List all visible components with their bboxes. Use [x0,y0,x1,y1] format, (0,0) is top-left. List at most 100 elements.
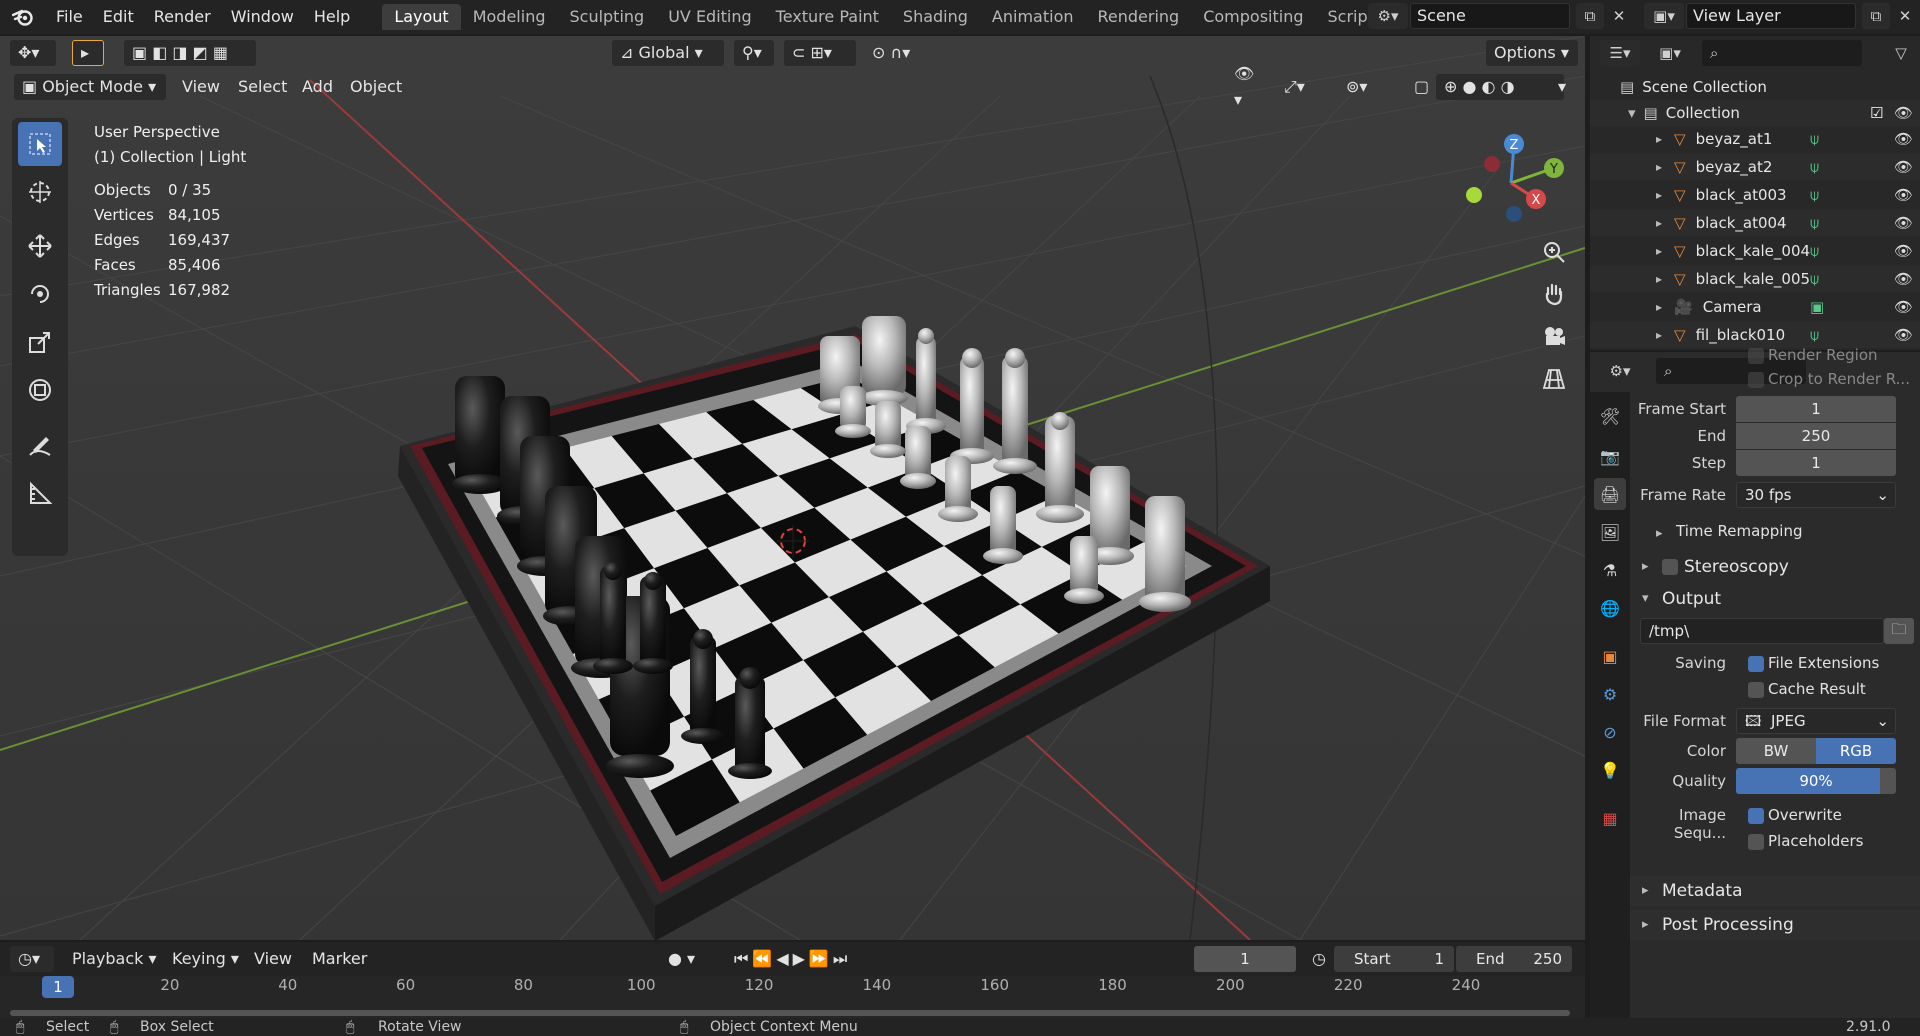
scene-selector-icon[interactable]: ⚙▾ [1368,3,1408,29]
mesh-data-icon[interactable]: ⍦ [1810,130,1819,148]
timeline-scrollbar[interactable] [10,1010,1570,1016]
timeline-editor[interactable]: ◷▾ Playback ▾ Keying ▾ View Marker ● ▾ ⏮… [0,942,1585,1018]
collapse-arrow-icon[interactable]: ▾ [1628,104,1636,122]
mesh-data-icon[interactable]: ⍦ [1810,270,1819,288]
start-frame-field[interactable]: Start 1 [1334,946,1454,972]
outliner-item[interactable]: ▸ ▽ beyaz_at2 ⍦ 👁 [1590,154,1920,180]
expand-arrow-icon[interactable]: ▸ [1656,300,1662,314]
tab-animation[interactable]: Animation [980,4,1086,30]
blender-logo-icon[interactable] [0,0,46,34]
record-icon[interactable]: ● ▾ [660,946,716,972]
outliner-item[interactable]: ▸ ▽ black_kale_005 ⍦ 👁 [1590,266,1920,292]
expand-arrow-icon[interactable]: ▸ [1656,132,1662,146]
menu-render[interactable]: Render [144,0,221,34]
tab-rendering[interactable]: Rendering [1086,4,1192,30]
xray-icon[interactable]: ▢ [1406,74,1430,100]
placeholders-checkbox[interactable] [1748,834,1764,850]
measure-tool-icon[interactable] [18,472,62,516]
object-data-tab-icon[interactable]: 💡 [1594,754,1626,786]
stereoscopy-checkbox[interactable] [1662,559,1678,575]
display-mode-icon[interactable]: ▣▾ [1648,40,1692,66]
physics-tab-icon[interactable]: ⊘ [1594,716,1626,748]
mesh-data-icon[interactable]: ⍦ [1810,242,1819,260]
color-rgb-button[interactable]: RGB [1816,738,1896,764]
pan-hand-icon[interactable] [1534,274,1574,314]
navigation-gizmo[interactable]: Z Y X [1456,128,1566,238]
playback-menu[interactable]: Playback ▾ [64,946,160,972]
mesh-data-icon[interactable]: ⍦ [1810,186,1819,204]
delete-view-layer-icon[interactable]: ✕ [1892,3,1918,29]
output-tab-icon[interactable]: 🖨 [1594,478,1626,510]
menu-view[interactable]: View [182,74,220,100]
folder-icon[interactable]: 🗀 [1884,618,1914,644]
outliner-scene-collection[interactable]: ▤ Scene Collection [1590,74,1920,100]
new-view-layer-icon[interactable]: ⧉ [1862,3,1890,29]
scene-tab-icon[interactable]: ⚗ [1594,554,1626,586]
stereoscopy-panel[interactable]: ▸ Stereoscopy [1630,552,1920,582]
properties-editor-type-icon[interactable]: ⚙▾ [1600,358,1640,384]
visibility-icon[interactable]: 👁▾ [1226,64,1270,109]
selection-mode-icons[interactable]: ▣ ◧ ◨ ◩ ▦ [124,40,256,66]
time-remapping-panel[interactable]: Time Remapping [1676,522,1803,540]
editor-type-icon[interactable]: ✥▾ [10,40,56,66]
world-tab-icon[interactable]: 🌐 [1594,592,1626,624]
menu-window[interactable]: Window [221,0,304,34]
playhead[interactable]: 1 [42,976,74,998]
playback-controls[interactable]: ⏮⏪◀▶⏩⏭ [726,946,882,972]
keying-menu[interactable]: Keying ▾ [164,946,244,972]
scene-name-field[interactable]: Scene [1410,3,1570,29]
new-scene-icon[interactable]: ⧉ [1576,3,1604,29]
outliner-item[interactable]: ▸ 🎥 Camera ▣ 👁 [1590,294,1920,320]
outliner-collection[interactable]: ▾ ▤ Collection ☑ 👁 [1590,100,1920,126]
gizmo-toggle-icon[interactable]: ⤢▾ [1276,74,1330,100]
overwrite-checkbox[interactable] [1748,808,1764,824]
delete-scene-icon[interactable]: ✕ [1606,3,1632,29]
outliner-item[interactable]: ▸ ▽ black_at004 ⍦ 👁 [1590,210,1920,236]
metadata-panel[interactable]: ▸ Metadata [1630,876,1920,906]
rotate-tool-icon[interactable] [18,272,62,316]
eye-icon[interactable]: 👁 [1894,214,1913,232]
current-frame-field[interactable]: 1 [1194,946,1296,972]
outliner-item[interactable]: ▸ ▽ fil_black010 ⍦ 👁 [1590,322,1920,348]
expand-arrow-icon[interactable]: ▸ [1656,328,1662,342]
mesh-data-icon[interactable]: ⍦ [1810,214,1819,232]
end-frame-field[interactable]: End 250 [1456,946,1572,972]
expand-arrow-icon[interactable]: ▸ [1656,272,1662,286]
object-tab-icon[interactable]: ▣ [1594,640,1626,672]
scale-tool-icon[interactable] [18,320,62,364]
file-format-dropdown[interactable]: 🖾 JPEG ⌄ [1736,708,1896,734]
end-field[interactable]: 250 [1736,423,1896,449]
view-layer-name-field[interactable]: View Layer [1686,3,1856,29]
mesh-data-icon[interactable]: ⍦ [1810,158,1819,176]
menu-help[interactable]: Help [304,0,360,34]
menu-object[interactable]: Object [350,74,402,100]
3d-viewport[interactable]: ✥▾ ▸ ▣ ◧ ◨ ◩ ▦ ⊿ Global ▾ ⚲▾ ⊂ ⊞▾ ⊙ ∩▾ O… [0,36,1585,940]
select-cursor-icon[interactable]: ▸ [72,40,104,66]
texture-tab-icon[interactable]: ▦ [1594,802,1626,834]
shading-mode-icons[interactable]: ⊕ ● ◐ ◑ [1436,74,1564,100]
eye-icon[interactable]: 👁 [1894,130,1913,148]
color-bw-button[interactable]: BW [1736,738,1816,764]
outliner-item[interactable]: ▸ ▽ black_kale_004 ⍦ 👁 [1590,238,1920,264]
tab-uv-editing[interactable]: UV Editing [656,4,763,30]
menu-select[interactable]: Select [238,74,287,100]
post-processing-panel[interactable]: ▸ Post Processing [1630,910,1920,940]
frame-start-field[interactable]: 1 [1736,396,1896,422]
crop-checkbox[interactable] [1748,372,1764,388]
zoom-icon[interactable] [1534,232,1574,272]
eye-icon[interactable]: 👁 [1894,242,1913,260]
overlay-toggle-icon[interactable]: ⊚▾ [1338,74,1392,100]
outliner-search-input[interactable]: ⌕ [1702,40,1862,66]
mesh-data-icon[interactable]: ⍦ [1810,326,1819,344]
outliner-item[interactable]: ▸ ▽ black_at003 ⍦ 👁 [1590,182,1920,208]
tab-modeling[interactable]: Modeling [461,4,558,30]
expand-arrow-icon[interactable]: ▸ [1656,244,1662,258]
camera-data-icon[interactable]: ▣ [1810,298,1824,316]
camera-view-icon[interactable] [1534,316,1574,356]
stopwatch-icon[interactable]: ◷ [1304,946,1328,972]
eye-icon[interactable]: 👁 [1894,104,1913,122]
snap-icon[interactable]: ⊂ ⊞▾ [784,40,856,66]
step-field[interactable]: 1 [1736,450,1896,476]
expand-arrow-icon[interactable]: ▸ [1656,188,1662,202]
expand-arrow-icon[interactable]: ▸ [1656,216,1662,230]
